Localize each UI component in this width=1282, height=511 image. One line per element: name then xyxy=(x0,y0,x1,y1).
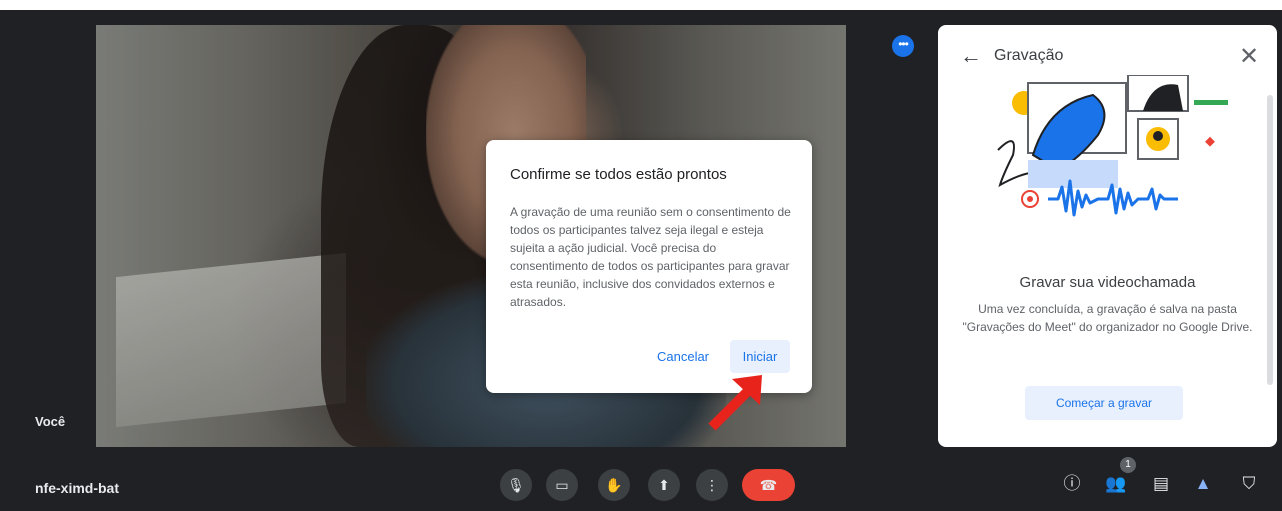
host-controls-icon[interactable]: ⛉ xyxy=(1237,472,1261,496)
more-options-icon[interactable]: ••• xyxy=(892,35,914,57)
back-arrow-icon[interactable]: ← xyxy=(960,43,982,69)
panel-description: Uma vez concluída, a gravação é salva na… xyxy=(962,302,1253,334)
panel-heading: Gravar sua videochamada xyxy=(1019,274,1196,291)
meeting-code: nfe-ximd-bat xyxy=(35,480,119,496)
activities-icon[interactable]: ▲ xyxy=(1191,472,1215,496)
present-screen-icon[interactable]: ⬆ xyxy=(648,469,680,501)
panel-title: Gravação xyxy=(994,47,1064,64)
self-name-label: Você xyxy=(35,414,66,429)
chat-icon[interactable]: ▤ xyxy=(1149,472,1173,496)
hangup-icon[interactable]: ☎ xyxy=(742,469,795,501)
dialog-body: A gravação de uma reunião sem o consenti… xyxy=(510,205,791,309)
close-icon[interactable]: ✕ xyxy=(1239,42,1259,71)
people-icon[interactable]: 👥 xyxy=(1104,472,1128,496)
dialog-title: Confirme se todos estão prontos xyxy=(510,166,727,183)
microphone-icon[interactable]: 🎙 xyxy=(500,469,532,501)
more-vert-icon[interactable]: ⋮ xyxy=(696,469,728,501)
panel-scrollbar[interactable] xyxy=(1267,95,1273,385)
red-arrow-pointer xyxy=(708,375,762,431)
meet-app: Você ••• ← Gravação ✕ Gravar sua videoch… xyxy=(0,10,1282,511)
raise-hand-icon[interactable]: ✋ xyxy=(598,469,630,501)
info-icon[interactable]: ⓘ xyxy=(1060,472,1084,496)
start-recording-button[interactable]: Começar a gravar xyxy=(1025,386,1183,420)
recording-illustration xyxy=(997,75,1228,217)
camera-icon[interactable]: ▭ xyxy=(546,469,578,501)
recording-panel: ← Gravação ✕ Gravar sua videochamada Uma… xyxy=(938,25,1277,447)
confirm-dialog: Confirme se todos estão prontos A gravaç… xyxy=(486,140,812,393)
participant-count-badge: 1 xyxy=(1120,457,1136,473)
